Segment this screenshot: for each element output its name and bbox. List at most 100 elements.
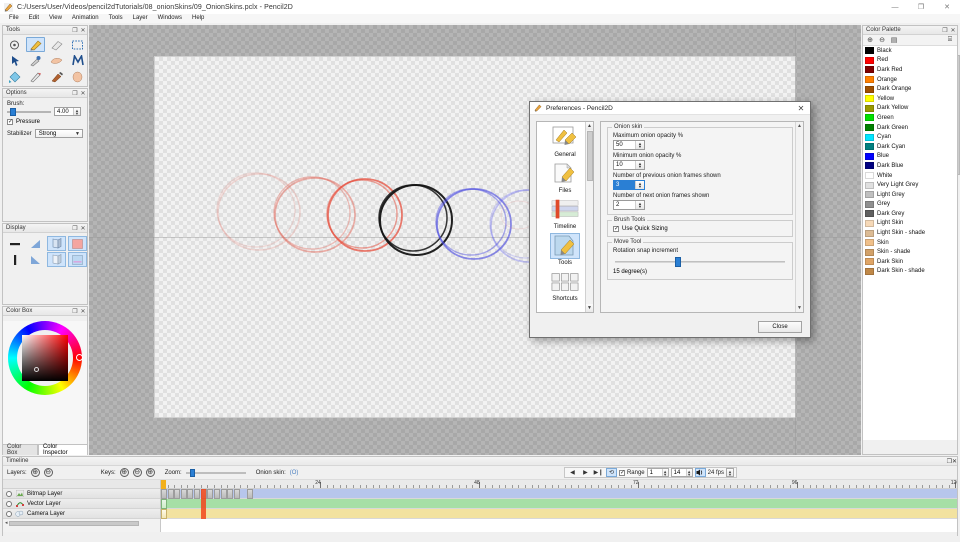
palette-color-row[interactable]: Dark Blue xyxy=(863,161,957,171)
table-row[interactable]: Camera Layer xyxy=(3,509,160,519)
close-icon[interactable]: ✕ xyxy=(79,308,87,315)
palette-color-row[interactable]: Grey xyxy=(863,200,957,210)
scroll-thumb[interactable] xyxy=(587,131,593,181)
menu-edit[interactable]: Edit xyxy=(24,14,44,23)
palette-color-row[interactable]: Dark Yellow xyxy=(863,104,957,114)
add-layer-button[interactable]: ⊕ xyxy=(30,468,40,477)
color-swatch[interactable] xyxy=(865,56,874,64)
tab-color-box[interactable]: Color Box xyxy=(2,444,38,456)
tab-color-inspector[interactable]: Color Inspector xyxy=(37,444,88,456)
angle-guide-button[interactable] xyxy=(26,236,45,251)
keyframe-cell[interactable] xyxy=(161,509,167,519)
color-swatch[interactable] xyxy=(865,95,874,103)
palette-color-row[interactable]: Dark Skin xyxy=(863,257,957,267)
smudge-tool-button[interactable] xyxy=(47,53,66,68)
menu-windows[interactable]: Windows xyxy=(153,14,187,23)
color-swatch[interactable] xyxy=(865,181,874,189)
select-tool-button[interactable] xyxy=(68,37,87,52)
palette-color-row[interactable]: Skin xyxy=(863,238,957,248)
keyframe-cell[interactable] xyxy=(220,489,227,499)
keyframe-cell[interactable] xyxy=(207,489,214,499)
float-icon[interactable]: ❐ xyxy=(71,308,79,315)
spinner-arrows[interactable]: ▲ ▼ xyxy=(661,469,668,476)
brush-size-slider[interactable] xyxy=(7,107,51,116)
menu-file[interactable]: File xyxy=(4,14,24,23)
horizontal-flip-button[interactable] xyxy=(5,236,24,251)
color-swatch[interactable] xyxy=(865,258,874,266)
dialog-close-icon[interactable]: ✕ xyxy=(792,102,810,115)
color-swatch[interactable] xyxy=(865,143,874,151)
polyline-tool-button[interactable] xyxy=(68,53,87,68)
move-tool-button[interactable] xyxy=(5,37,24,52)
color-swatch[interactable] xyxy=(865,229,874,237)
hue-selector-marker[interactable] xyxy=(76,354,83,361)
pen-tool-button[interactable] xyxy=(26,69,45,84)
keyframe-cell[interactable] xyxy=(161,489,167,499)
palette-color-row[interactable]: Dark Cyan xyxy=(863,142,957,152)
visibility-toggle-icon[interactable] xyxy=(6,500,12,507)
color-swatch[interactable] xyxy=(865,152,874,160)
keyframe-cell[interactable] xyxy=(247,489,254,499)
palette-options-button[interactable]: ⌸ xyxy=(946,36,954,44)
overlay-cool-button[interactable] xyxy=(68,252,87,267)
palette-color-row[interactable]: Black xyxy=(863,46,957,56)
menu-tools[interactable]: Tools xyxy=(104,14,128,23)
close-dialog-button[interactable]: Close xyxy=(758,321,802,333)
hand-tool-button[interactable] xyxy=(5,53,24,68)
keyframe-cell[interactable] xyxy=(180,489,187,499)
color-swatch[interactable] xyxy=(865,219,874,227)
duplicate-key-button[interactable]: ⊕ xyxy=(145,468,155,477)
stabilizer-select[interactable]: Strong ▼ xyxy=(34,129,83,138)
palette-color-row[interactable]: Dark Skin - shade xyxy=(863,267,957,277)
close-icon[interactable]: ✕ xyxy=(79,90,87,97)
table-row[interactable]: Vector Layer xyxy=(3,499,160,509)
spinner-arrows[interactable]: ▲ ▼ xyxy=(727,469,733,476)
maximize-button[interactable]: ❐ xyxy=(908,0,934,14)
timeline-playhead[interactable] xyxy=(200,489,206,519)
color-swatch[interactable] xyxy=(865,114,874,122)
palette-color-row[interactable]: Light Skin xyxy=(863,219,957,229)
fps-input[interactable]: ▲ ▼ xyxy=(726,468,734,477)
visibility-toggle-icon[interactable] xyxy=(6,490,12,497)
palette-color-row[interactable]: Orange xyxy=(863,75,957,85)
table-row[interactable]: Bitmap Layer xyxy=(3,489,160,499)
rotation-snap-slider[interactable] xyxy=(613,257,787,267)
scroll-left-icon[interactable]: ◂ xyxy=(5,520,8,526)
color-swatch[interactable] xyxy=(865,133,874,141)
float-icon[interactable]: ❐ xyxy=(71,90,79,97)
palette-color-row[interactable]: Blue xyxy=(863,152,957,162)
palette-color-row[interactable]: Green xyxy=(863,113,957,123)
close-icon[interactable]: ✕ xyxy=(949,27,957,34)
next-frames-input[interactable]: 2 ▲ ▼ xyxy=(613,200,645,210)
menu-view[interactable]: View xyxy=(44,14,67,23)
color-swatch[interactable] xyxy=(865,104,874,112)
float-icon[interactable]: ❐ xyxy=(71,225,79,232)
layer-list-scrollbar[interactable]: ◂ xyxy=(3,519,160,527)
color-swatch[interactable] xyxy=(865,248,874,256)
range-start-marker[interactable] xyxy=(161,480,166,489)
saturation-value-square[interactable] xyxy=(22,335,68,381)
pressure-checkbox[interactable] xyxy=(7,118,13,125)
palette-color-row[interactable]: White xyxy=(863,171,957,181)
menu-help[interactable]: Help xyxy=(187,14,209,23)
blur-tool-button[interactable] xyxy=(68,69,87,84)
brush-tool-button[interactable] xyxy=(47,69,66,84)
close-icon[interactable]: ✕ xyxy=(79,27,87,34)
palette-color-row[interactable]: Cyan xyxy=(863,132,957,142)
slider-handle[interactable] xyxy=(10,107,16,116)
color-swatch[interactable] xyxy=(865,267,874,275)
vector-layer-track[interactable] xyxy=(161,499,957,509)
float-icon[interactable]: ❐ xyxy=(941,27,949,34)
brush-size-input[interactable]: 4.00 ▲ ▼ xyxy=(54,107,81,116)
chevron-down-icon[interactable]: ▼ xyxy=(73,131,82,137)
palette-color-row[interactable]: Dark Grey xyxy=(863,209,957,219)
angle-guide-alt-button[interactable] xyxy=(26,252,45,267)
pencil-tool-button[interactable] xyxy=(26,37,45,52)
minimize-button[interactable]: — xyxy=(882,0,908,14)
color-wheel[interactable] xyxy=(8,321,83,395)
eyedropper-tool-button[interactable] xyxy=(26,53,45,68)
quick-sizing-row[interactable]: Use Quick Sizing xyxy=(613,225,787,232)
color-swatch[interactable] xyxy=(865,66,874,74)
add-color-button[interactable]: ⊕ xyxy=(866,36,874,44)
color-swatch[interactable] xyxy=(865,124,874,132)
